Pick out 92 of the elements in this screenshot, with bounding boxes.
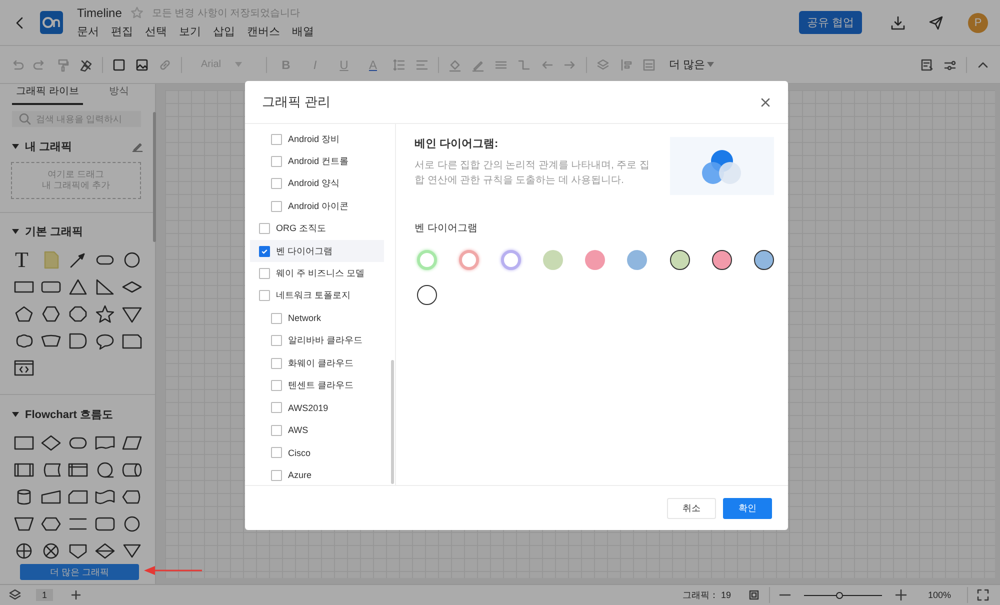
library-item[interactable]: 벤 다이어그램 [250, 240, 384, 262]
image-icon[interactable] [135, 58, 149, 72]
document-title[interactable]: Timeline [77, 6, 122, 20]
checkbox[interactable] [271, 178, 282, 190]
fullscreen-icon[interactable] [976, 588, 990, 602]
library-item[interactable]: Network [250, 307, 384, 330]
library-description: 서로 다른 집합 간의 논리적 관계를 나타내며, 주로 집합 연산에 관한 규칙을 도출하는 데 사용됩니다. [414, 159, 651, 188]
star-icon[interactable] [93, 304, 117, 324]
confirm-button[interactable]: 확인 [723, 498, 772, 518]
dialog-title: 그래픽 관리 [262, 93, 331, 111]
library-item[interactable]: Azure [250, 464, 384, 485]
menu-item[interactable]: 문서 [77, 24, 99, 39]
caret-icon[interactable] [12, 144, 19, 150]
section-title[interactable]: 내 그래픽 [25, 139, 72, 154]
checkbox[interactable] [271, 312, 282, 324]
menu-item[interactable]: 캔버스 [247, 24, 280, 39]
layers-icon[interactable] [8, 588, 22, 602]
checkbox[interactable] [271, 335, 282, 346]
library-item[interactable]: Android 양식 [250, 172, 384, 196]
library-item[interactable]: Android 장비 [250, 128, 384, 150]
shape-group-title: 벤 다이어그램 [414, 222, 478, 235]
venn-circle[interactable] [416, 285, 436, 305]
decision-icon[interactable] [39, 432, 63, 453]
download-icon[interactable] [890, 14, 906, 30]
callout-arrow [144, 566, 202, 575]
library-item[interactable]: ORG 조직도 [250, 218, 384, 240]
caret-icon[interactable] [12, 412, 19, 418]
sidebar-tab[interactable]: 그래픽 라이브 [12, 84, 83, 105]
text-tool[interactable]: T [12, 248, 28, 271]
cancel-button[interactable]: 취소 [667, 498, 716, 518]
library-item[interactable]: 텐센트 클라우드 [250, 374, 384, 397]
share-button[interactable]: 공유 협업 [798, 11, 862, 34]
logo [40, 11, 63, 34]
map-icon[interactable] [746, 588, 761, 602]
send-icon[interactable] [928, 14, 944, 30]
checkbox[interactable] [271, 470, 282, 481]
checkbox[interactable] [271, 447, 282, 458]
section-title[interactable]: 기본 그래픽 [25, 224, 84, 240]
caret-icon [235, 62, 242, 67]
checkbox[interactable] [271, 380, 282, 391]
slider-thumb[interactable] [836, 592, 844, 598]
search-icon [18, 112, 32, 126]
venn-circle[interactable] [670, 250, 690, 270]
eraser-icon[interactable] [79, 58, 93, 72]
pencil-icon[interactable] [132, 141, 143, 152]
library-title: 베인 다이어그램: [414, 137, 500, 151]
library-item[interactable]: AWS [250, 419, 384, 442]
checkbox[interactable] [271, 156, 282, 168]
checkbox[interactable] [271, 402, 282, 414]
add-icon[interactable] [71, 590, 82, 600]
menu-item[interactable]: 보기 [179, 24, 201, 39]
page-tab[interactable]: 1 [36, 589, 54, 601]
code-block-icon[interactable] [12, 358, 36, 378]
star-icon[interactable] [130, 6, 144, 20]
library-item[interactable]: 화웨이 클라우드 [250, 352, 384, 374]
sort-icon[interactable] [93, 540, 117, 561]
checkbox[interactable] [271, 424, 282, 436]
library-item[interactable]: Android 컨트롤 [250, 150, 384, 173]
checkbox[interactable] [259, 268, 270, 280]
caret-icon [707, 62, 714, 67]
sidebar-tab[interactable]: 방식 [108, 84, 129, 105]
close-icon[interactable] [761, 98, 770, 106]
scrollbar[interactable] [390, 360, 394, 484]
rectangle-icon[interactable] [112, 58, 126, 72]
library-list[interactable]: Android 장비 Android 컨트롤 Android 양식 Android 아이콘 ORG 조직도 벤 다이어그램 웨이 주 비즈니스 모델 네트워크 토폴로지 Network 알리바바 클라우드 화웨이 클라우드 텐센트 클라우드 AWS2019 AWS Cisco Azure [245, 124, 396, 485]
more-menu[interactable]: 더 많은 [669, 57, 714, 72]
zoom-in-icon[interactable] [894, 588, 908, 602]
checkbox[interactable] [271, 200, 282, 212]
venn-circle[interactable] [712, 250, 732, 270]
checkbox[interactable] [259, 223, 270, 234]
menu-item[interactable]: 배열 [292, 24, 314, 39]
library-item[interactable]: Android 아이콘 [250, 195, 384, 218]
checkbox[interactable] [259, 246, 270, 257]
checkbox[interactable] [271, 358, 282, 369]
library-item[interactable]: AWS2019 [250, 396, 384, 420]
save-status: 모든 변경 사항이 저장되었습니다 [152, 7, 300, 20]
menu-item[interactable]: 삽입 [213, 24, 235, 39]
caret-icon[interactable] [12, 229, 19, 234]
menu-item[interactable]: 편집 [111, 24, 133, 39]
library-item[interactable]: Cisco [250, 441, 384, 464]
zoom-level: 100% [928, 590, 951, 600]
checkbox[interactable] [271, 134, 282, 145]
venn-circle[interactable] [754, 250, 774, 270]
section-title[interactable]: Flowchart 흐름도 [25, 407, 114, 422]
library-item[interactable]: 알리바바 클라우드 [250, 330, 384, 352]
library-item[interactable]: 네트워크 토폴로지 [250, 284, 384, 308]
checkbox[interactable] [259, 290, 270, 302]
library-item[interactable]: 웨이 주 비즈니스 모델 [250, 262, 384, 285]
format-panel-icon[interactable] [920, 58, 934, 72]
menu-item[interactable]: 선택 [145, 24, 167, 39]
shape-count: 그래픽： 19 [682, 588, 731, 602]
check-icon [261, 248, 268, 255]
